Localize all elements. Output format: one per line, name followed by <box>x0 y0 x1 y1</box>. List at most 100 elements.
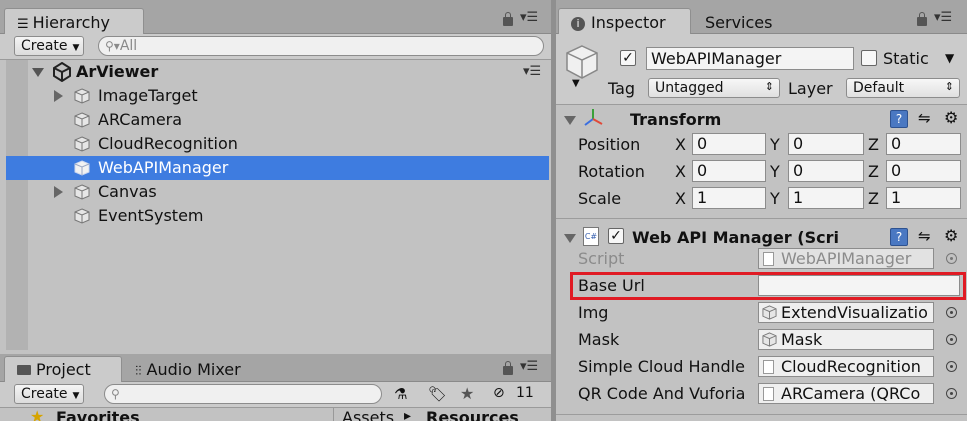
hierarchy-item-label: Canvas <box>98 182 157 201</box>
breadcrumb-assets[interactable]: Assets <box>342 408 394 421</box>
tab-hierarchy[interactable]: ☰ Hierarchy <box>4 8 144 35</box>
rotation-y-field[interactable]: 0 <box>788 160 864 182</box>
active-checkbox[interactable]: ✓ <box>620 50 636 66</box>
component-title: Web API Manager (Scri <box>632 228 839 247</box>
object-picker-icon[interactable] <box>946 253 957 264</box>
hierarchy-item[interactable]: ARCamera <box>6 108 549 132</box>
dropdown-arrow-icon[interactable]: ▼ <box>572 78 580 89</box>
search-by-type-icon[interactable]: ⚗ <box>394 385 407 403</box>
favorites-star-icon: ★ <box>30 408 45 421</box>
hierarchy-item[interactable]: Canvas <box>6 180 549 204</box>
project-search-input[interactable]: ⚲ <box>104 384 382 404</box>
hierarchy-panel: ArViewer ▾☰ ImageTarget ARCamera CloudRe… <box>0 60 551 354</box>
object-name-field[interactable]: WebAPIManager <box>646 47 854 70</box>
help-book-icon[interactable]: ? <box>890 110 908 128</box>
gameobject-cube-icon <box>74 136 90 152</box>
script-component-header[interactable]: C# ✓ Web API Manager (Scri ? ⇋ ⚙ <box>556 224 967 250</box>
position-z-field[interactable]: 0 <box>886 133 961 155</box>
favorites-label[interactable]: Favorites <box>56 408 140 421</box>
hierarchy-item-label: ImageTarget <box>98 86 198 105</box>
scale-y-field[interactable]: 1 <box>788 187 864 209</box>
scale-x-field[interactable]: 1 <box>692 187 766 209</box>
object-header: ▼ ✓ WebAPIManager Static ▼ Tag Untagged ⇕… <box>556 34 967 104</box>
mask-object-field[interactable]: Mask <box>758 329 934 350</box>
axis-y-label: Y <box>770 135 780 154</box>
transform-header[interactable]: Transform ? ⇋ ⚙ <box>556 106 967 132</box>
presets-icon[interactable]: ⇋ <box>918 109 931 127</box>
dropdown-arrow-icon: ▼ <box>72 43 80 53</box>
object-picker-icon[interactable] <box>946 388 957 399</box>
panel-menu-icon[interactable]: ▾☰ <box>520 10 538 25</box>
hierarchy-item-selected[interactable]: WebAPIManager <box>6 156 549 180</box>
create-button[interactable]: Create ▼ <box>14 384 84 404</box>
hierarchy-toolbar: Create ▼ ⚲▾All <box>0 34 551 60</box>
gameobject-cube-icon <box>762 332 777 349</box>
rotation-z-field[interactable]: 0 <box>886 160 961 182</box>
dropdown-arrow-icon: ▼ <box>72 391 80 401</box>
list-icon: ☰ <box>17 17 29 32</box>
tab-services[interactable]: Services <box>692 8 802 35</box>
tab-inspector[interactable]: i Inspector <box>558 8 691 35</box>
foldout-open-icon[interactable] <box>564 116 576 125</box>
axis-z-label: Z <box>868 189 879 208</box>
panel-menu-icon[interactable]: ▾☰ <box>934 10 952 25</box>
lock-icon[interactable] <box>917 12 927 26</box>
scale-z-field[interactable]: 1 <box>886 187 961 209</box>
position-y-field[interactable]: 0 <box>788 133 864 155</box>
qr-code-and-vuforia-field[interactable]: ARCamera (QRCo <box>758 383 934 404</box>
script-label: Script <box>578 249 625 268</box>
help-book-icon[interactable]: ? <box>890 228 908 246</box>
static-label: Static <box>883 49 929 68</box>
base-url-label: Base Url <box>578 276 645 295</box>
presets-icon[interactable]: ⇋ <box>918 227 931 245</box>
foldout-closed-icon[interactable] <box>54 90 63 102</box>
gameobject-cube-icon <box>74 160 90 176</box>
project-divider <box>333 408 334 421</box>
axis-x-label: X <box>675 189 686 208</box>
lock-icon[interactable] <box>503 361 513 375</box>
favorite-star-icon[interactable]: ★ <box>460 384 474 403</box>
axis-z-label: Z <box>868 162 879 181</box>
simple-cloud-handler-field[interactable]: CloudRecognition <box>758 356 934 377</box>
search-icon: ⚲ <box>111 387 120 401</box>
search-by-label-icon[interactable]: 🏷 <box>428 385 447 403</box>
img-object-field[interactable]: ExtendVisualizatio <box>758 302 934 323</box>
foldout-closed-icon[interactable] <box>54 186 63 198</box>
component-enabled-checkbox[interactable]: ✓ <box>608 228 624 244</box>
info-icon: i <box>571 17 585 31</box>
static-dropdown-icon[interactable]: ▼ <box>945 51 954 65</box>
hidden-packages-icon[interactable]: ⊘ <box>493 385 505 401</box>
lock-icon[interactable] <box>503 12 513 26</box>
static-checkbox[interactable] <box>861 50 877 66</box>
breadcrumb-resources[interactable]: Resources <box>426 408 519 421</box>
gear-icon[interactable]: ⚙ <box>944 226 958 245</box>
layer-dropdown[interactable]: Default ⇕ <box>846 78 960 98</box>
object-picker-icon[interactable] <box>946 307 957 318</box>
rotation-label: Rotation <box>578 162 645 181</box>
gear-icon[interactable]: ⚙ <box>944 108 958 127</box>
object-picker-icon[interactable] <box>946 334 957 345</box>
scene-row[interactable]: ArViewer ▾☰ <box>6 60 549 84</box>
create-button[interactable]: Create ▼ <box>14 36 84 56</box>
hidden-packages-count: 11 <box>516 385 534 401</box>
breadcrumb-separator: ▸ <box>404 408 412 421</box>
base-url-input[interactable] <box>758 275 960 296</box>
scene-name: ArViewer <box>76 62 159 81</box>
hierarchy-item[interactable]: ImageTarget <box>6 84 549 108</box>
foldout-open-icon[interactable] <box>32 68 44 77</box>
scene-menu-icon[interactable]: ▾☰ <box>523 64 541 79</box>
hierarchy-item[interactable]: EventSystem <box>6 204 549 228</box>
panel-menu-icon[interactable]: ▾☰ <box>520 359 538 374</box>
tab-audio-mixer[interactable]: ⫶⫶ Audio Mixer <box>122 356 272 383</box>
hierarchy-item-label: WebAPIManager <box>98 158 229 177</box>
axis-z-label: Z <box>868 135 879 154</box>
qr-code-and-vuforia-label: QR Code And Vuforia <box>578 384 746 403</box>
tag-dropdown[interactable]: Untagged ⇕ <box>648 78 780 98</box>
position-x-field[interactable]: 0 <box>692 133 766 155</box>
object-picker-icon[interactable] <box>946 361 957 372</box>
rotation-x-field[interactable]: 0 <box>692 160 766 182</box>
foldout-open-icon[interactable] <box>564 234 576 243</box>
tab-project[interactable]: Project <box>4 356 122 382</box>
hierarchy-item[interactable]: CloudRecognition <box>6 132 549 156</box>
search-input[interactable]: ⚲▾All <box>98 36 544 56</box>
